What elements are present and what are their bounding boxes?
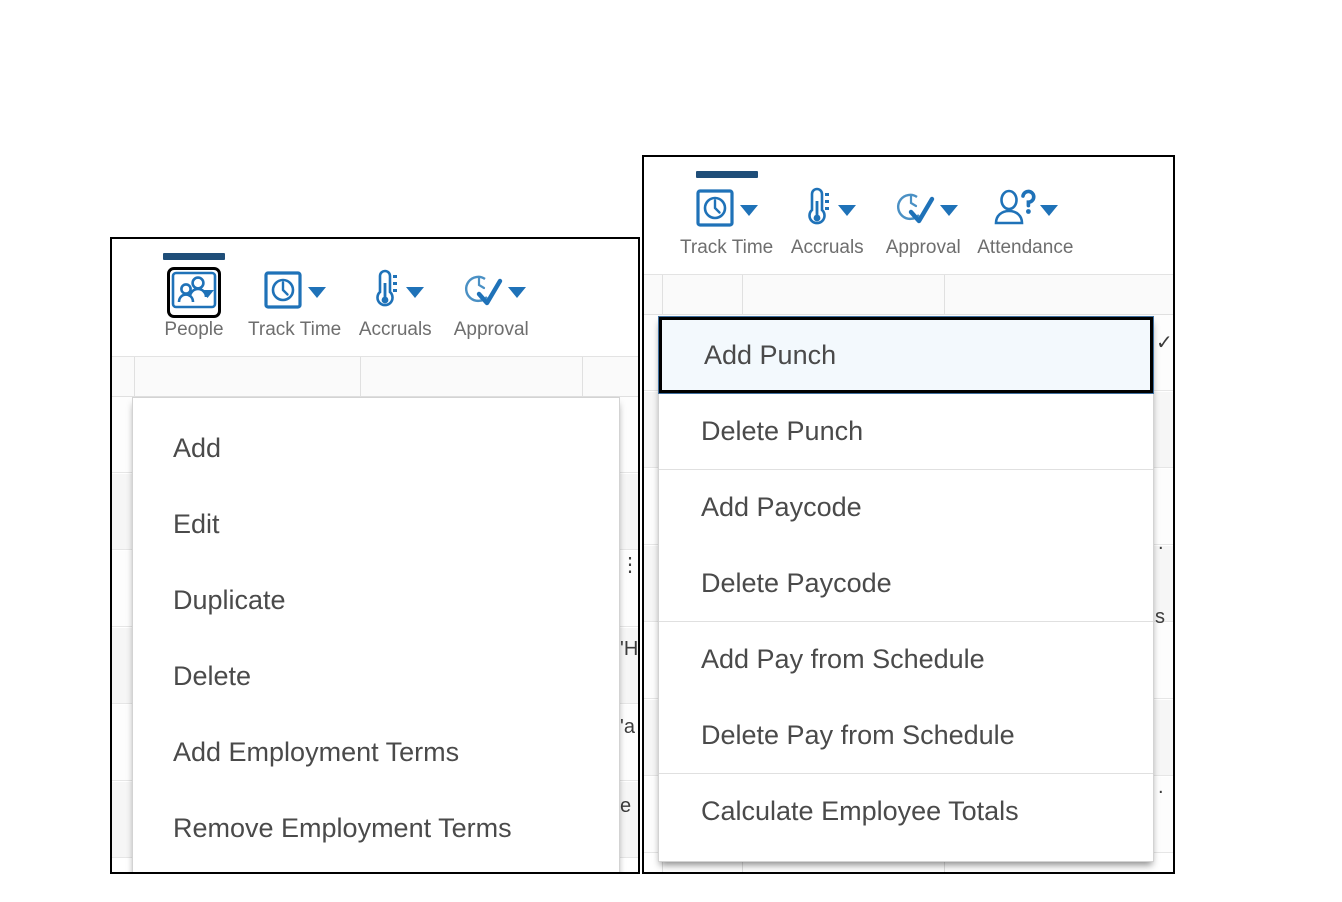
chevron-down-icon[interactable] — [508, 287, 526, 298]
grid-cell-fragment: . — [1158, 775, 1164, 799]
menu-item-delete[interactable]: Delete — [133, 638, 619, 714]
ribbon-button-track-time[interactable]: Track Time — [674, 171, 779, 259]
ribbon-label-accruals: Accruals — [359, 319, 432, 341]
ribbon-label-attendance: Attendance — [977, 237, 1073, 259]
chevron-down-icon[interactable] — [940, 205, 958, 216]
menu-bottom-padding — [133, 866, 619, 874]
people-icon[interactable] — [171, 271, 217, 314]
accruals-icon[interactable] — [799, 187, 833, 234]
accruals-icon[interactable] — [367, 269, 401, 316]
grid-cell-fragment: e — [620, 794, 631, 818]
chevron-down-icon[interactable] — [1040, 205, 1058, 216]
track-time-panel: C ✓ . s . — [642, 155, 1175, 874]
track-time-panel-ribbon: Track Time — [644, 157, 1173, 275]
menu-item-add-pay-from-schedule[interactable]: Add Pay from Schedule — [659, 621, 1153, 697]
ribbon-button-accruals[interactable]: Accruals — [779, 171, 875, 259]
people-panel: ⋮ 'H 'a e s — [110, 237, 640, 874]
approval-icon[interactable] — [457, 269, 503, 316]
screenshot-stage: ⋮ 'H 'a e s — [0, 0, 1342, 902]
grid-cell-fragment: . — [1158, 531, 1164, 555]
grid-cell-fragment: ✓ — [1156, 331, 1173, 355]
ribbon-button-people[interactable]: People — [146, 253, 242, 341]
ribbon-label-accruals: Accruals — [791, 237, 864, 259]
active-indicator-bar — [696, 171, 758, 178]
ribbon-button-attendance[interactable]: Attendance — [971, 171, 1079, 259]
attendance-icon[interactable] — [993, 187, 1037, 234]
chevron-down-icon[interactable] — [838, 205, 856, 216]
track-time-context-menu: Add Punch Delete Punch Add Paycode Delet… — [658, 316, 1154, 862]
menu-item-add[interactable]: Add — [133, 410, 619, 486]
grid-cell-fragment: 'a — [620, 715, 635, 739]
grid-cell-fragment: s — [620, 873, 630, 874]
grid-cell-fragment: ⋮ — [620, 553, 640, 577]
menu-item-calculate-employee-totals[interactable]: Calculate Employee Totals — [659, 773, 1153, 849]
ribbon-button-approval[interactable]: Approval — [443, 253, 539, 341]
ribbon-button-accruals[interactable]: Accruals — [347, 253, 443, 341]
ribbon-button-track-time[interactable]: Track Time — [242, 253, 347, 341]
grid-cell-fragment: 'H — [620, 637, 638, 661]
active-indicator-bar — [163, 253, 225, 260]
ribbon-label-people: People — [164, 319, 223, 341]
chevron-down-icon[interactable] — [308, 287, 326, 298]
grid-header-row — [644, 275, 1173, 315]
ribbon-label-track-time: Track Time — [680, 237, 773, 259]
menu-item-remove-employment-terms[interactable]: Remove Employment Terms — [133, 790, 619, 866]
menu-item-add-employment-terms[interactable]: Add Employment Terms — [133, 714, 619, 790]
grid-header-row — [112, 357, 638, 397]
menu-item-duplicate[interactable]: Duplicate — [133, 562, 619, 638]
menu-item-add-paycode[interactable]: Add Paycode — [659, 469, 1153, 545]
chevron-down-icon[interactable] — [406, 287, 424, 298]
grid-cell-fragment: s — [1155, 605, 1165, 629]
menu-item-edit[interactable]: Edit — [133, 486, 619, 562]
menu-bottom-padding — [659, 849, 1153, 861]
menu-item-delete-punch[interactable]: Delete Punch — [659, 393, 1153, 469]
menu-top-padding — [133, 398, 619, 410]
track-time-icon[interactable] — [263, 270, 303, 315]
people-panel-ribbon: People Tr — [112, 239, 638, 357]
menu-item-add-punch[interactable]: Add Punch — [659, 317, 1153, 393]
ribbon-button-approval[interactable]: Approval — [875, 171, 971, 259]
people-context-menu: Add Edit Duplicate Delete Add Employment… — [132, 397, 620, 874]
menu-item-delete-paycode[interactable]: Delete Paycode — [659, 545, 1153, 621]
chevron-down-icon[interactable] — [740, 205, 758, 216]
ribbon-label-approval: Approval — [886, 237, 961, 259]
track-time-icon[interactable] — [695, 188, 735, 233]
menu-item-delete-pay-from-schedule[interactable]: Delete Pay from Schedule — [659, 697, 1153, 773]
approval-icon[interactable] — [889, 187, 935, 234]
ribbon-label-approval: Approval — [454, 319, 529, 341]
ribbon-label-track-time: Track Time — [248, 319, 341, 341]
